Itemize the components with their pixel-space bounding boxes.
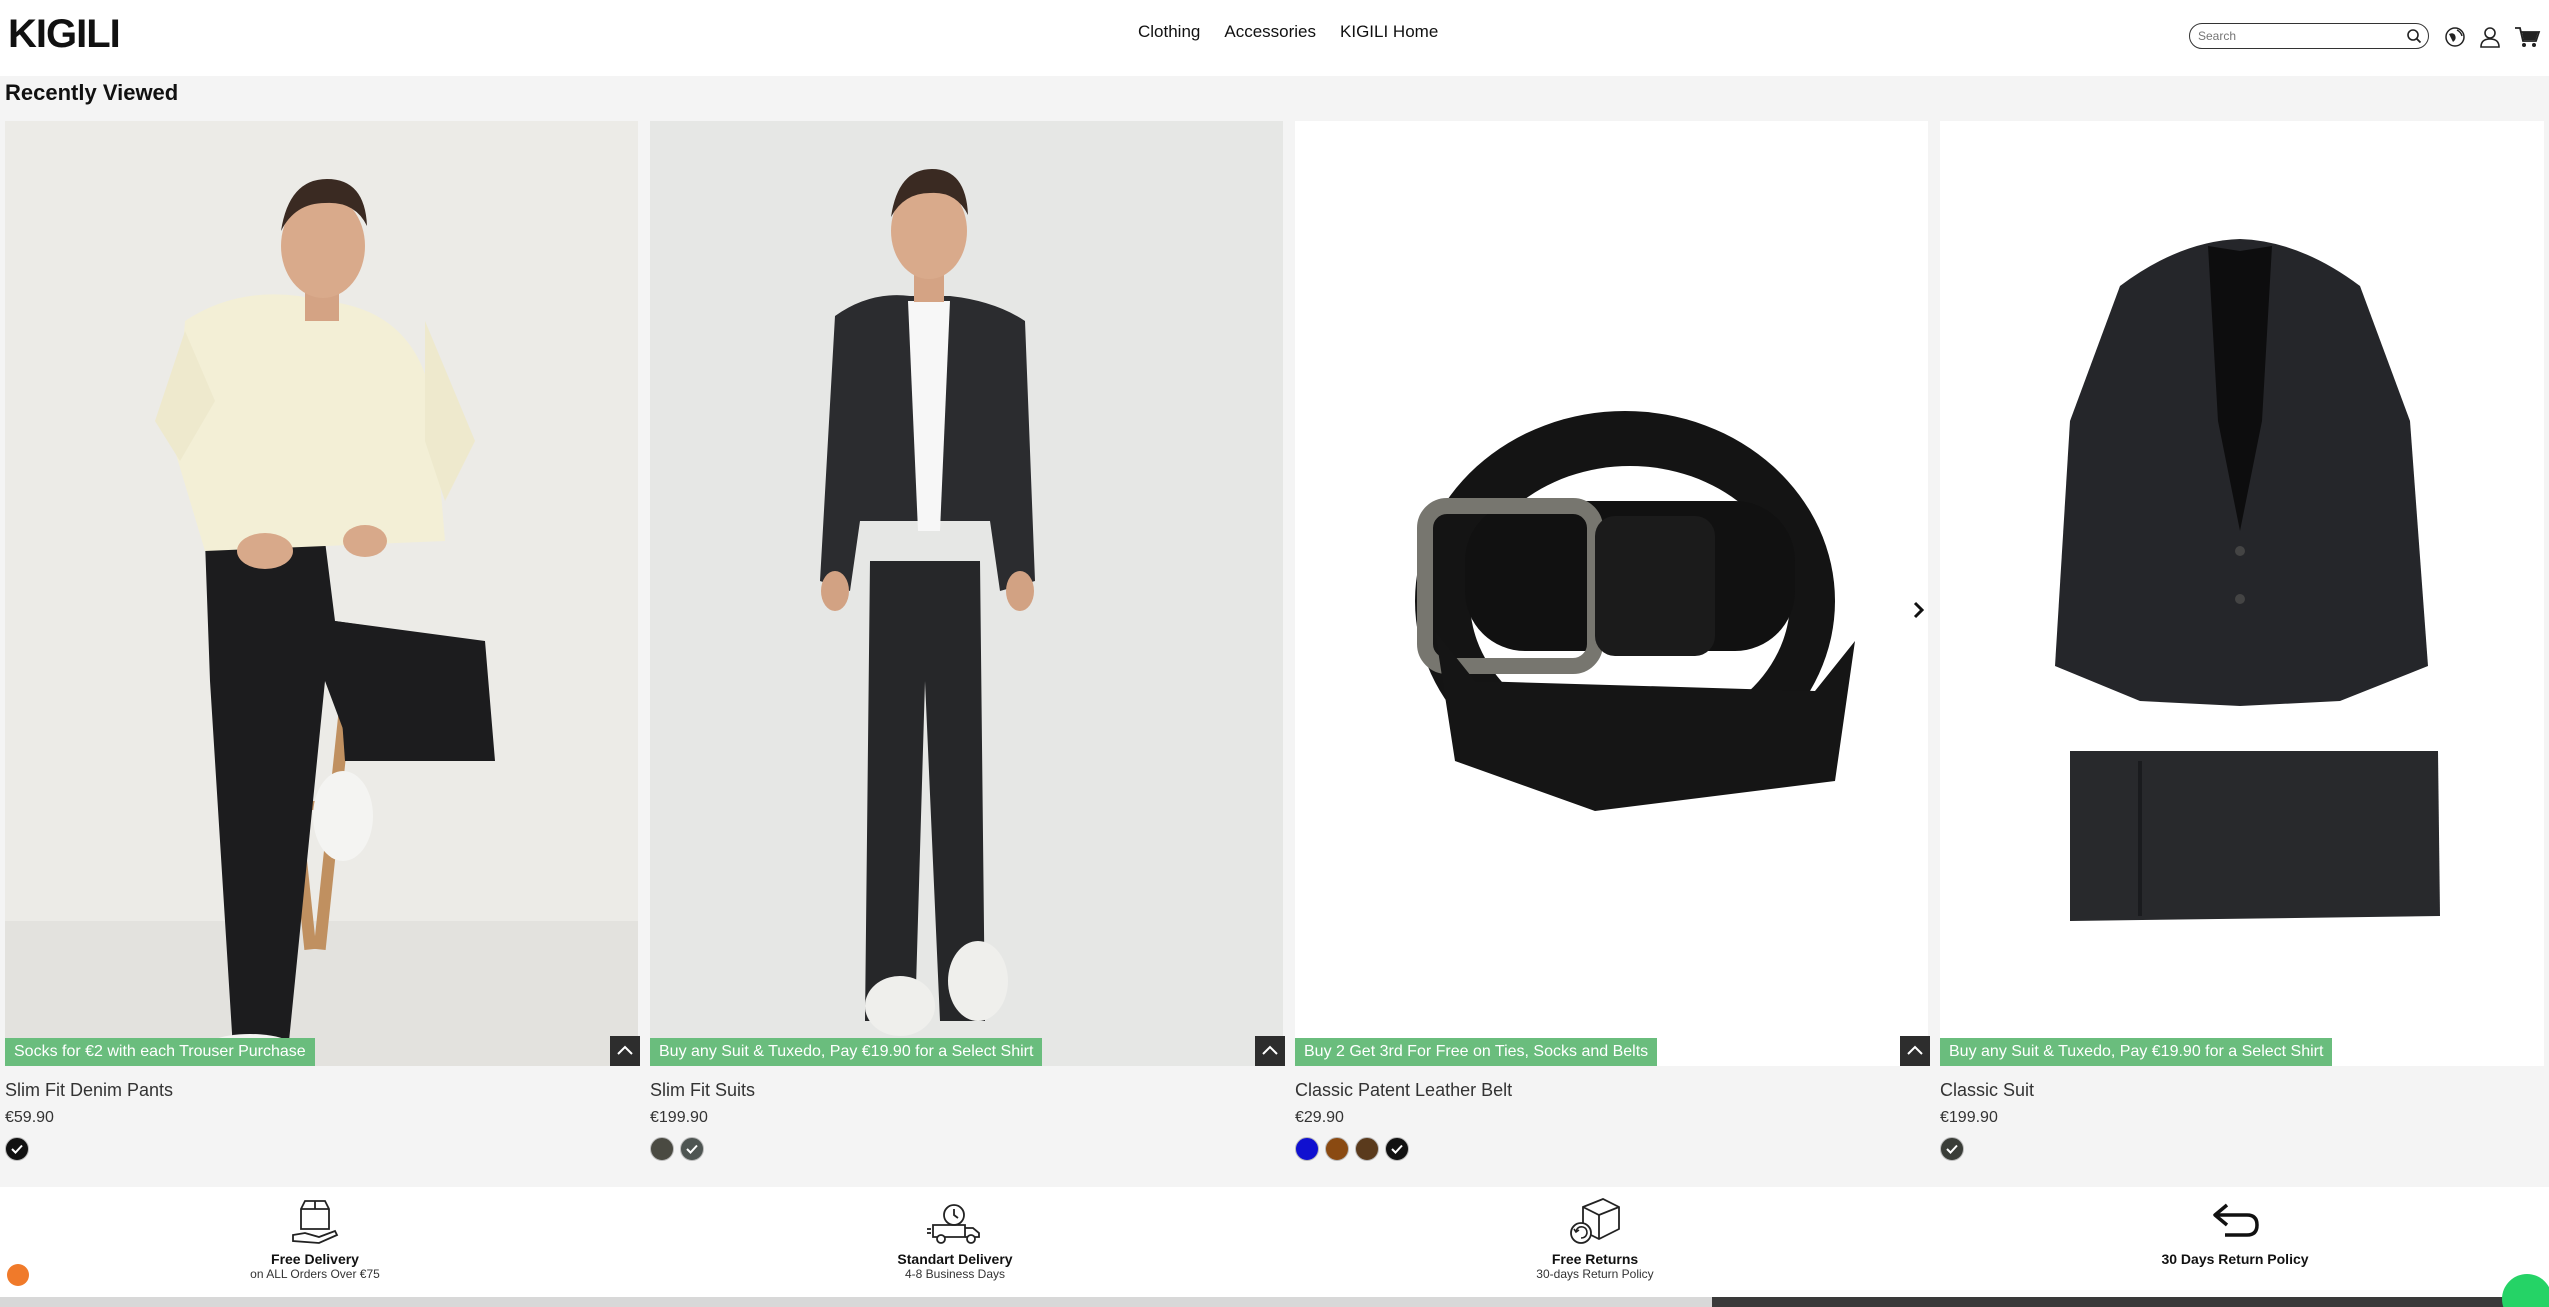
- product-name[interactable]: Slim Fit Suits: [650, 1080, 1283, 1101]
- check-icon: [1946, 1144, 1958, 1154]
- color-swatch[interactable]: [1325, 1137, 1349, 1161]
- feature-subtitle: 4-8 Business Days: [904, 1267, 1006, 1281]
- check-icon: [1391, 1144, 1403, 1154]
- color-swatches: [5, 1137, 638, 1161]
- section-title: Recently Viewed: [5, 80, 179, 105]
- product-price: €59.90: [5, 1109, 54, 1126]
- product-card[interactable]: Socks for €2 with each Trouser Purchase …: [5, 121, 638, 1161]
- chevron-up-icon: [617, 1045, 633, 1055]
- feature-free-returns: Free Returns 30-days Return Policy: [1445, 1195, 1745, 1281]
- product-image[interactable]: Buy any Suit & Tuxedo, Pay €19.90 for a …: [1940, 121, 2544, 1066]
- product-image[interactable]: Buy any Suit & Tuxedo, Pay €19.90 for a …: [650, 121, 1283, 1066]
- delivery-truck-icon: [927, 1204, 980, 1244]
- chevron-up-icon: [1907, 1045, 1923, 1055]
- nav-accessories[interactable]: Accessories: [1224, 22, 1316, 42]
- logo-text: KIGILI: [8, 12, 121, 56]
- feature-subtitle: 30-days Return Policy: [1536, 1267, 1654, 1281]
- chat-widget-icon[interactable]: [7, 1264, 29, 1286]
- feature-free-delivery: Free Delivery on ALL Orders Over €75: [165, 1195, 465, 1281]
- color-swatch-selected[interactable]: [1385, 1137, 1409, 1161]
- collapse-badge-button[interactable]: [1255, 1036, 1285, 1066]
- product-image[interactable]: Socks for €2 with each Trouser Purchase: [5, 121, 638, 1066]
- color-swatches: [1940, 1137, 2549, 1161]
- features-bar: Free Delivery on ALL Orders Over €75 Sta…: [0, 1187, 2549, 1297]
- box-hand-icon: [292, 1200, 339, 1244]
- feature-title: Standart Delivery: [897, 1251, 1013, 1267]
- product-card[interactable]: Buy any Suit & Tuxedo, Pay €19.90 for a …: [1940, 121, 2549, 1161]
- color-swatch-selected[interactable]: [1940, 1137, 1964, 1161]
- feature-title: Free Returns: [1551, 1251, 1639, 1267]
- product-price: €199.90: [1940, 1109, 1998, 1126]
- color-swatch[interactable]: [1295, 1137, 1319, 1161]
- collapse-badge-button[interactable]: [1900, 1036, 1930, 1066]
- kigili-logo[interactable]: KIGILI: [8, 8, 121, 64]
- feature-return-policy: 30 Days Return Policy: [2085, 1195, 2385, 1267]
- color-swatches: [650, 1137, 1283, 1161]
- color-swatch[interactable]: [650, 1137, 674, 1161]
- product-price: €199.90: [650, 1109, 708, 1126]
- color-swatches: [1295, 1137, 1928, 1161]
- collapse-badge-button[interactable]: [610, 1036, 640, 1066]
- site-header: KIGILI Clothing Accessories KIGILI Home: [0, 0, 2549, 76]
- feature-standard-delivery: Standart Delivery 4-8 Business Days: [805, 1195, 1105, 1281]
- feature-title: Free Delivery: [271, 1251, 359, 1267]
- product-name[interactable]: Slim Fit Denim Pants: [5, 1080, 638, 1101]
- nav-clothing[interactable]: Clothing: [1138, 22, 1200, 42]
- product-card[interactable]: Buy 2 Get 3rd For Free on Ties, Socks an…: [1295, 121, 1928, 1161]
- color-swatch-selected[interactable]: [5, 1137, 29, 1161]
- account-icon[interactable]: [2475, 22, 2505, 52]
- color-swatch-selected[interactable]: [680, 1137, 704, 1161]
- product-photo-man-on-stool: [5, 121, 638, 1066]
- promo-badge: Buy any Suit & Tuxedo, Pay €19.90 for a …: [1940, 1038, 2333, 1066]
- footer-banner-image: [1712, 1297, 2549, 1307]
- color-swatch[interactable]: [1355, 1137, 1379, 1161]
- search-box: [2189, 23, 2429, 49]
- product-name[interactable]: Classic Patent Leather Belt: [1295, 1080, 1928, 1101]
- promo-badge: Buy 2 Get 3rd For Free on Ties, Socks an…: [1295, 1038, 1658, 1066]
- feature-title: 30 Days Return Policy: [2161, 1251, 2309, 1267]
- nav-kigili-home[interactable]: KIGILI Home: [1340, 22, 1438, 42]
- product-image[interactable]: Buy 2 Get 3rd For Free on Ties, Socks an…: [1295, 121, 1928, 1066]
- language-globe-icon[interactable]: [2440, 22, 2470, 52]
- search-input[interactable]: [2198, 25, 2398, 47]
- feature-subtitle: on ALL Orders Over €75: [250, 1267, 380, 1281]
- product-name[interactable]: Classic Suit: [1940, 1080, 2549, 1101]
- cart-icon[interactable]: [2512, 22, 2542, 52]
- product-photo-leather-belt: [1295, 121, 1928, 1066]
- return-arrow-icon: [2213, 1203, 2259, 1237]
- product-photo-man-in-suit: [650, 121, 1283, 1066]
- search-icon[interactable]: [2406, 28, 2422, 44]
- check-icon: [686, 1144, 698, 1154]
- product-price: €29.90: [1295, 1109, 1344, 1126]
- promo-badge: Socks for €2 with each Trouser Purchase: [5, 1038, 315, 1066]
- main-nav: Clothing Accessories KIGILI Home: [1138, 22, 1438, 42]
- return-box-icon: [1570, 1198, 1620, 1244]
- product-card[interactable]: Buy any Suit & Tuxedo, Pay €19.90 for a …: [650, 121, 1283, 1161]
- product-photo-classic-suit: [1940, 121, 2544, 1066]
- carousel-next-icon[interactable]: [1906, 598, 1930, 622]
- chevron-up-icon: [1262, 1045, 1278, 1055]
- promo-badge: Buy any Suit & Tuxedo, Pay €19.90 for a …: [650, 1038, 1043, 1066]
- check-icon: [11, 1144, 23, 1154]
